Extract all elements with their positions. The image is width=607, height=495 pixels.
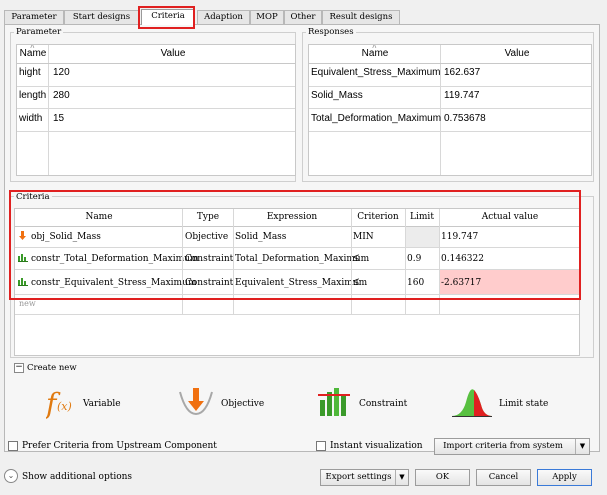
create-constraint-label[interactable]: Constraint <box>359 399 407 409</box>
tab-bar: Parameter Start designs Criteria Adaptio… <box>4 9 604 25</box>
tab-mop[interactable]: MOP <box>250 10 284 24</box>
criteria-highlight <box>9 190 581 300</box>
cancel-button[interactable]: Cancel <box>476 469 531 486</box>
bell-curve-icon <box>452 389 492 417</box>
instant-visualization-checkbox[interactable] <box>316 441 326 451</box>
prefer-criteria-checkbox[interactable] <box>8 441 18 451</box>
tab-result-designs[interactable]: Result designs <box>322 10 400 24</box>
responses-row-value: 119.747 <box>444 90 480 101</box>
parameter-col-value[interactable]: Value <box>49 45 295 63</box>
parameter-row-name: width <box>19 113 43 124</box>
svg-text:(x): (x) <box>57 400 72 413</box>
sort-up-icon: ˄ <box>30 44 35 51</box>
prefer-criteria-label[interactable]: Prefer Criteria from Upstream Component <box>22 441 217 451</box>
responses-table[interactable]: Name ˄ Value Equivalent_Stress_Maximum 1… <box>308 44 592 176</box>
tab-other[interactable]: Other <box>284 10 322 24</box>
tab-parameter[interactable]: Parameter <box>4 10 64 24</box>
tab-adaption[interactable]: Adaption <box>197 10 250 24</box>
create-new-title: Create new <box>27 363 77 373</box>
function-icon: f (x) <box>44 387 72 420</box>
responses-col-value[interactable]: Value <box>441 45 591 63</box>
parameter-row-name: hight <box>19 67 41 78</box>
show-additional-options-label[interactable]: Show additional options <box>22 472 132 482</box>
create-variable-button[interactable]: f (x) <box>44 385 76 424</box>
parameter-row-value[interactable]: 280 <box>53 90 70 101</box>
responses-row-name: Total_Deformation_Maximum <box>311 113 442 124</box>
chevron-down-icon: ▼ <box>575 439 589 454</box>
parameter-group-title: Parameter <box>14 27 64 37</box>
create-constraint-button[interactable] <box>318 384 352 421</box>
objective-arrow-icon <box>179 388 213 416</box>
create-objective-button[interactable] <box>178 386 214 421</box>
responses-group-title: Responses <box>306 27 356 37</box>
create-objective-label[interactable]: Objective <box>221 399 264 409</box>
ok-button[interactable]: OK <box>415 469 470 486</box>
create-limit-state-label[interactable]: Limit state <box>499 399 548 409</box>
create-variable-label[interactable]: Variable <box>83 399 121 409</box>
criteria-new-row[interactable]: new <box>19 299 36 308</box>
parameter-row-value[interactable]: 15 <box>53 113 64 124</box>
create-limit-state-button[interactable] <box>452 386 492 421</box>
export-settings-button[interactable]: Export settings ▼ <box>320 469 409 486</box>
parameter-row-name: length <box>19 90 47 101</box>
parameter-table[interactable]: Name ˄ Value hight 120 length 280 width … <box>16 44 296 176</box>
responses-row-value: 162.637 <box>444 67 481 78</box>
instant-visualization-label[interactable]: Instant visualization <box>330 441 423 451</box>
import-criteria-label: Import criteria from system <box>443 441 563 451</box>
chevron-down-icon[interactable]: ▼ <box>395 470 408 485</box>
import-criteria-dropdown[interactable]: Import criteria from system ▼ <box>434 438 590 455</box>
expand-options-icon[interactable]: ⌄ <box>4 469 18 483</box>
parameter-row-value[interactable]: 120 <box>53 67 70 78</box>
responses-row-value: 0.753678 <box>444 113 486 124</box>
export-settings-label: Export settings <box>325 472 392 482</box>
constraint-bars-icon <box>318 388 350 416</box>
tab-start-designs[interactable]: Start designs <box>64 10 139 24</box>
responses-row-name: Solid_Mass <box>311 90 363 101</box>
collapse-icon[interactable]: − <box>14 363 24 373</box>
criteria-tab-highlight <box>138 6 195 29</box>
responses-row-name: Equivalent_Stress_Maximum <box>311 67 441 78</box>
apply-button[interactable]: Apply <box>537 469 592 486</box>
sort-up-icon: ˄ <box>372 44 377 51</box>
